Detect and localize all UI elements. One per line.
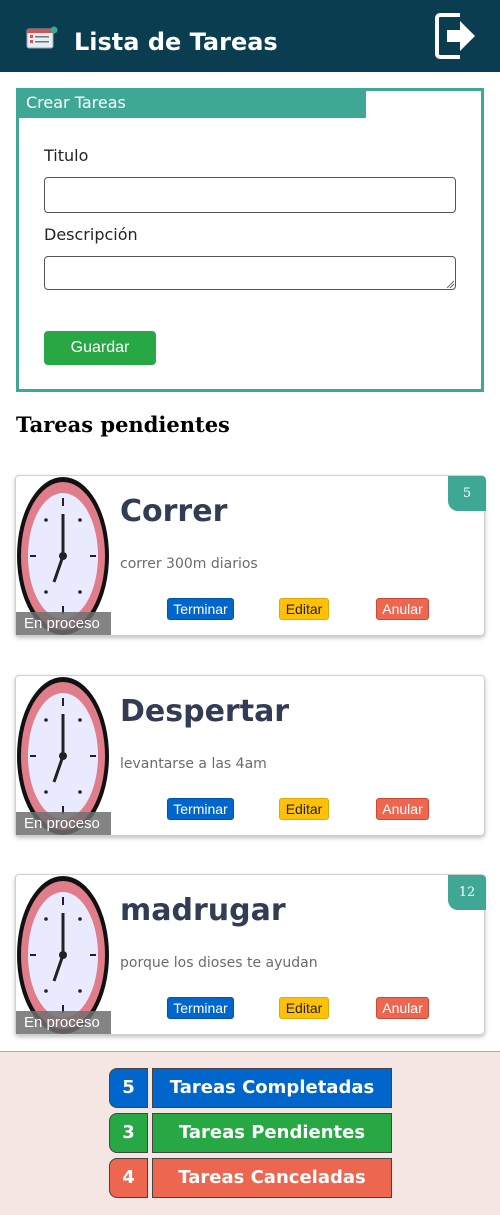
task-description: levantarse a las 4am [120,756,267,772]
task-title: Despertar [120,694,290,729]
pending-tasks-heading: Tareas pendientes [16,412,230,437]
pending-label[interactable]: Tareas Pendientes [152,1113,392,1153]
status-label: En proceso [16,612,111,635]
completed-count: 5 [109,1068,148,1108]
cancel-button[interactable]: Anular [376,598,429,620]
pending-count: 3 [109,1113,148,1153]
task-card: En proceso Correr correr 300m diarios Te… [15,475,486,636]
edit-button[interactable]: Editar [279,598,329,620]
summary-footer: 5 Tareas Completadas 3 Tareas Pendientes… [0,1051,500,1215]
finish-button[interactable]: Terminar [167,598,234,620]
completed-label[interactable]: Tareas Completadas [152,1068,392,1108]
task-description: porque los dioses te ayudan [120,955,318,971]
description-label: Descripción [44,225,138,244]
status-label: En proceso [16,812,111,835]
form-legend: Crear Tareas [16,88,366,118]
task-badge: 12 [448,875,486,910]
task-card: En proceso madrugar porque los dioses te… [15,874,486,1035]
cancelled-count: 4 [109,1158,148,1198]
cancel-button[interactable]: Anular [376,997,429,1019]
task-title: madrugar [120,893,286,928]
edit-button[interactable]: Editar [279,997,329,1019]
task-card: En proceso Despertar levantarse a las 4a… [15,675,485,836]
task-title: Correr [120,494,228,529]
save-button[interactable]: Guardar [44,331,156,365]
cancel-button[interactable]: Anular [376,798,429,820]
description-textarea[interactable] [44,256,456,290]
finish-button[interactable]: Terminar [167,798,234,820]
task-badge: 5 [448,476,486,511]
status-label: En proceso [16,1011,111,1034]
logout-icon[interactable] [434,11,478,61]
finish-button[interactable]: Terminar [167,997,234,1019]
resize-grip-icon[interactable] [446,280,454,288]
app-header: Lista de Tareas [0,0,500,72]
title-label: Titulo [44,146,89,165]
task-description: correr 300m diarios [120,556,258,572]
app-title: Lista de Tareas [74,28,278,56]
title-input[interactable] [44,177,456,213]
edit-button[interactable]: Editar [279,798,329,820]
cancelled-label[interactable]: Tareas Canceladas [152,1158,392,1198]
task-list-icon [26,26,58,49]
